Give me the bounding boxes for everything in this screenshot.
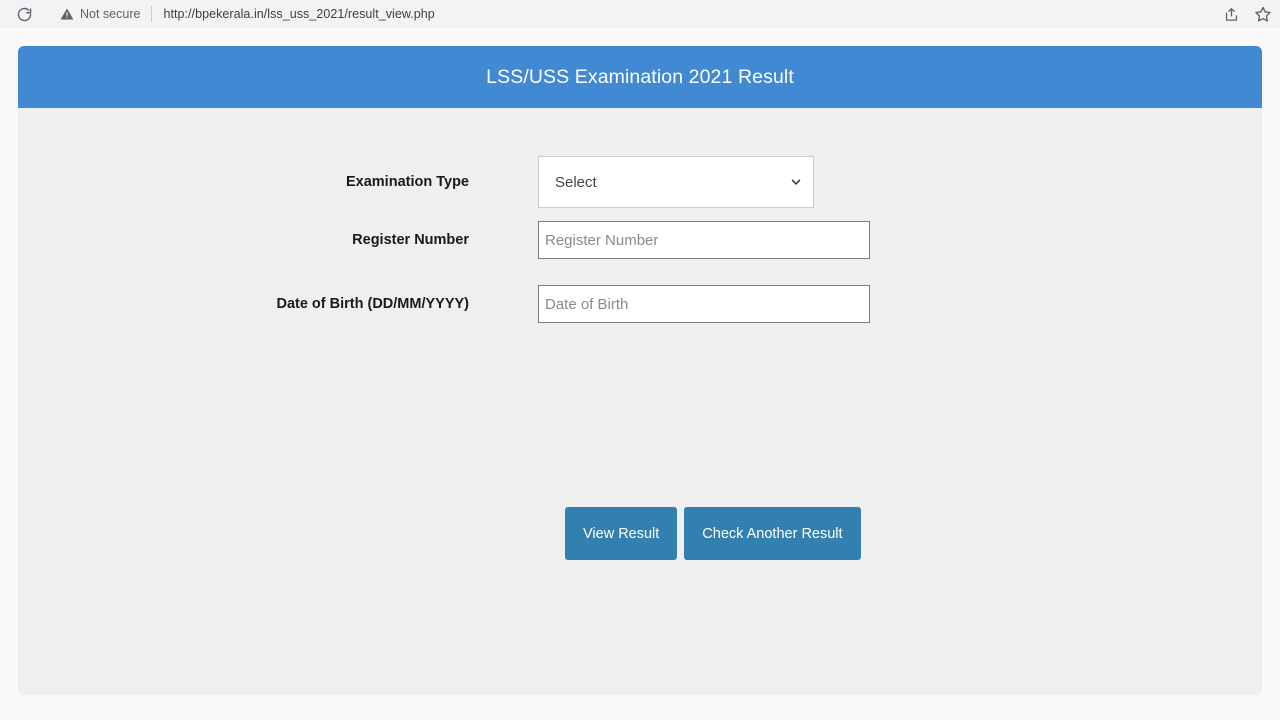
result-panel: LSS/USS Examination 2021 Result Examinat… [18,46,1262,694]
check-another-result-button[interactable]: Check Another Result [684,507,861,560]
omnibox-actions [1222,0,1272,28]
date-of-birth-input[interactable] [538,285,870,323]
url-text: http://bpekerala.in/lss_uss_2021/result_… [163,7,435,21]
star-icon[interactable] [1254,5,1272,23]
examination-type-select[interactable]: Select [538,156,814,208]
view-result-button[interactable]: View Result [565,507,678,560]
label-date-of-birth: Date of Birth (DD/MM/YYYY) [276,296,469,312]
label-examination-type: Examination Type [345,174,469,190]
omnibox-divider [151,6,153,22]
examination-type-selected-value: Select [555,173,597,191]
reload-icon [16,6,33,23]
label-register-number: Register Number [352,232,469,248]
address-bar[interactable]: Not secure http://bpekerala.in/lss_uss_2… [42,0,1280,28]
chevron-down-icon [790,176,802,188]
form-row-date-of-birth: Date of Birth (DD/MM/YYYY) [18,285,870,323]
reload-button[interactable] [10,0,38,28]
site-security-chip[interactable]: Not secure [60,7,140,21]
browser-toolbar: Not secure http://bpekerala.in/lss_uss_2… [0,0,1280,28]
warning-triangle-icon [60,7,74,21]
security-label: Not secure [80,7,141,21]
panel-header: LSS/USS Examination 2021 Result [18,46,1262,108]
register-number-input[interactable] [538,221,870,259]
form-row-register-number: Register Number [18,221,870,259]
button-row: View Result Check Another Result [565,507,861,560]
panel-body: Examination Type Select Register Number [18,108,1262,694]
page-title: LSS/USS Examination 2021 Result [486,65,794,88]
form-row-examination-type: Examination Type Select [18,156,814,208]
share-icon[interactable] [1222,5,1240,23]
page-viewport: LSS/USS Examination 2021 Result Examinat… [0,28,1280,720]
